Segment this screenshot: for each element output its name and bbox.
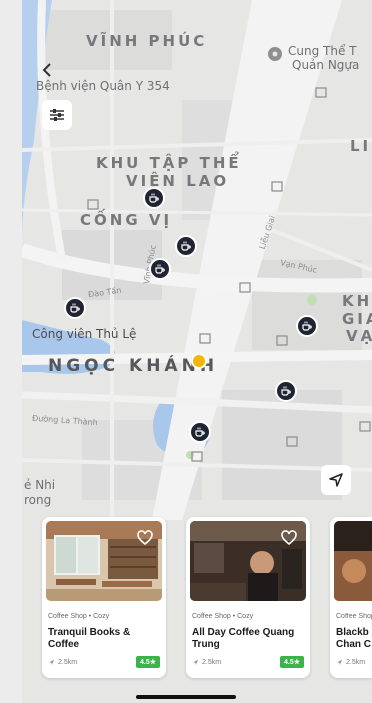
poi-label: ẻ Nhi: [24, 478, 56, 492]
location-icon: [48, 659, 55, 666]
shop-photo: [46, 521, 162, 601]
user-location-dot: [191, 353, 207, 369]
coffee-pin-icon[interactable]: [275, 380, 297, 402]
shop-category: Coffee Shop • Cozy: [336, 613, 372, 620]
district-label: LI: [350, 137, 372, 155]
locate-me-button[interactable]: [321, 465, 351, 495]
sliders-icon: [50, 109, 64, 121]
shop-card[interactable]: Coffee Shop • Cozy Tranquil Books & Coff…: [42, 517, 166, 678]
district-label: GIA: [342, 310, 372, 328]
shop-photo: [190, 521, 306, 601]
rating-badge: 4.5 ★: [279, 656, 304, 668]
distance-value: 2.5km: [346, 659, 366, 666]
screen-edge: [0, 0, 22, 703]
poi-label: Cung Thể T: [288, 44, 357, 58]
poi-label: Bệnh viện Quân Y 354: [36, 79, 170, 93]
location-icon: [336, 659, 343, 666]
heart-icon[interactable]: [136, 529, 154, 547]
coffee-pin-icon[interactable]: [296, 315, 318, 337]
shop-card[interactable]: Coffee Shop • Cozy Blackb Chan C 2.5km: [330, 517, 372, 678]
poi-label: Công viên Thủ Lệ: [32, 327, 137, 341]
location-icon: [192, 659, 199, 666]
poi-label: Quản Ngựa: [292, 58, 360, 72]
shop-name: Tranquil Books & Coffee: [48, 627, 131, 650]
rating-badge: 4.5 ★: [135, 656, 160, 668]
coffee-pin-icon[interactable]: [64, 297, 86, 319]
heart-icon[interactable]: [280, 529, 298, 547]
filter-button[interactable]: [42, 100, 72, 130]
shop-name: Blackb Chan C: [336, 627, 371, 650]
chevron-left-icon: [42, 63, 51, 77]
back-button[interactable]: [41, 62, 53, 83]
rating-value: 4.5: [139, 658, 150, 666]
shop-name: All Day Coffee Quang Trung: [192, 627, 295, 650]
district-label: KH: [342, 292, 372, 310]
shop-category: Coffee Shop • Cozy: [48, 613, 110, 620]
coffee-pin-icon[interactable]: [143, 187, 165, 209]
home-indicator[interactable]: [136, 695, 236, 699]
shop-distance: 2.5km: [192, 659, 221, 666]
district-label: VĨNH PHÚC: [86, 32, 208, 50]
distance-value: 2.5km: [202, 659, 222, 666]
navigation-arrow-icon: [329, 473, 343, 487]
shop-distance: 2.5km: [336, 659, 365, 666]
coffee-pin-icon[interactable]: [189, 421, 211, 443]
coffee-pin-icon[interactable]: [175, 235, 197, 257]
rating-value: 4.5: [283, 658, 294, 666]
district-label: VẠ: [346, 327, 372, 345]
poi-label: rong: [24, 493, 52, 507]
shop-distance: 2.5km: [48, 659, 77, 666]
district-label: VIỆN LAO: [126, 172, 230, 190]
shop-category: Coffee Shop • Cozy: [192, 613, 254, 620]
distance-value: 2.5km: [58, 659, 78, 666]
coffee-pin-icon[interactable]: [149, 258, 171, 280]
shop-card[interactable]: Coffee Shop • Cozy All Day Coffee Quang …: [186, 517, 310, 678]
district-label: KHU TẬP THỂ: [96, 154, 242, 172]
district-label: CỐNG VỊ: [80, 211, 173, 229]
shop-photo: [334, 521, 372, 601]
